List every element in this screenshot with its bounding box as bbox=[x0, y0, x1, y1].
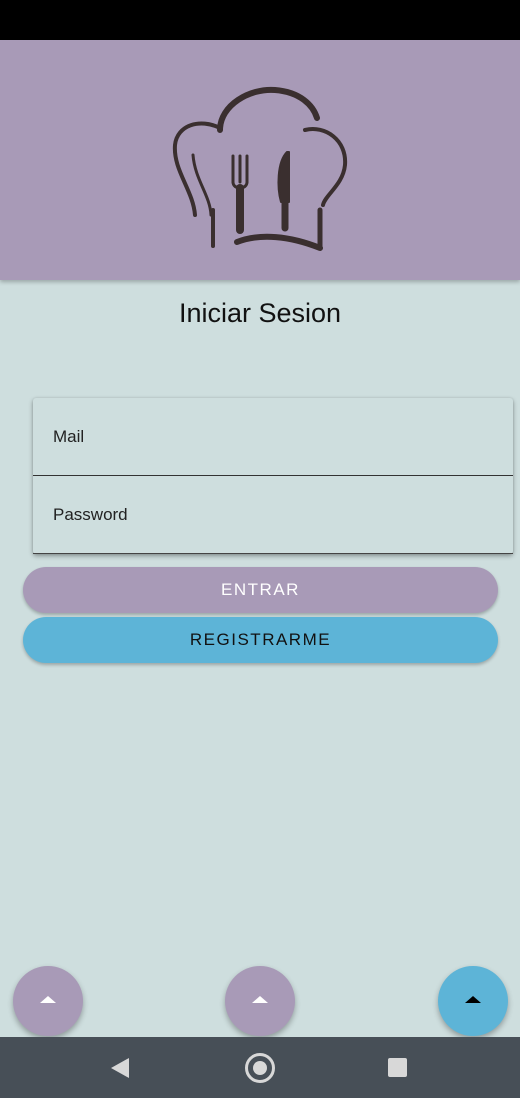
fab-center[interactable] bbox=[225, 966, 295, 1036]
fab-left[interactable] bbox=[13, 966, 83, 1036]
arrow-up-icon bbox=[40, 996, 56, 1003]
header-banner bbox=[0, 40, 520, 280]
back-icon[interactable] bbox=[111, 1058, 129, 1078]
page-title: Iniciar Sesion bbox=[178, 298, 342, 328]
enter-button[interactable]: ENTRAR bbox=[23, 567, 498, 613]
status-bar bbox=[0, 0, 520, 40]
recents-icon[interactable] bbox=[388, 1058, 407, 1077]
password-field-container bbox=[33, 476, 513, 554]
register-button[interactable]: REGISTRARME bbox=[23, 617, 498, 663]
fab-right[interactable] bbox=[438, 966, 508, 1036]
login-form-card bbox=[33, 398, 513, 554]
arrow-up-icon bbox=[252, 996, 268, 1003]
chef-hat-fork-knife-icon bbox=[172, 86, 348, 251]
password-input[interactable] bbox=[53, 503, 493, 527]
home-icon[interactable] bbox=[245, 1053, 275, 1083]
mail-input[interactable] bbox=[53, 425, 493, 449]
arrow-up-icon bbox=[465, 996, 481, 1003]
system-navigation-bar bbox=[0, 1037, 520, 1098]
mail-field-container bbox=[33, 398, 513, 476]
